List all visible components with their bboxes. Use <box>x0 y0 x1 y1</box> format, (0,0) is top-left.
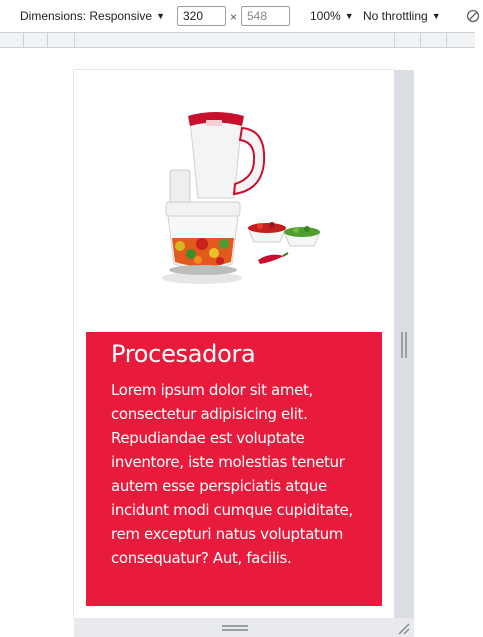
product-card: Procesadora Lorem ipsum dolor sit amet, … <box>86 332 382 606</box>
ruler-tick <box>74 33 75 47</box>
bottom-resize-handle[interactable] <box>74 618 414 637</box>
resize-grip-icon <box>401 332 407 358</box>
caret-down-icon: ▼ <box>344 11 354 21</box>
device-toolbar: Dimensions: Responsive▼ × 100%▼ No throt… <box>0 0 483 32</box>
food-processor-image <box>162 112 321 284</box>
resize-grip-icon <box>222 625 248 631</box>
right-resize-handle[interactable] <box>394 70 414 618</box>
ruler-tick <box>47 33 48 47</box>
media-query-bar[interactable] <box>0 32 475 48</box>
card-description: Lorem ipsum dolor sit amet, consectetur … <box>111 381 353 567</box>
caret-down-icon: ▼ <box>156 11 165 21</box>
times-symbol: × <box>230 10 238 24</box>
width-input[interactable] <box>177 6 226 26</box>
height-input[interactable] <box>241 6 290 26</box>
dimensions-dropdown[interactable]: Dimensions: Responsive ▼ <box>20 0 165 32</box>
zoom-label: 100% <box>310 9 341 23</box>
ruler-tick <box>394 33 395 47</box>
zoom-dropdown[interactable]: 100% ▼ <box>310 0 354 32</box>
device-canvas: Procesadora Lorem ipsum dolor sit amet, … <box>0 48 483 637</box>
throttling-dropdown[interactable]: No throttling ▼ <box>363 0 441 32</box>
dimensions-label: Dimensions: Responsive <box>20 9 153 23</box>
throttling-label: No throttling <box>363 9 428 23</box>
ruler-tick <box>420 33 421 47</box>
rotate-icon[interactable] <box>466 9 480 23</box>
caret-down-icon: ▼ <box>431 11 441 21</box>
ruler-tick <box>446 33 447 47</box>
corner-resize-icon[interactable] <box>394 618 414 637</box>
device-viewport: Procesadora Lorem ipsum dolor sit amet, … <box>74 70 394 618</box>
ruler-tick <box>23 33 24 47</box>
card-title: Procesadora <box>111 340 256 368</box>
